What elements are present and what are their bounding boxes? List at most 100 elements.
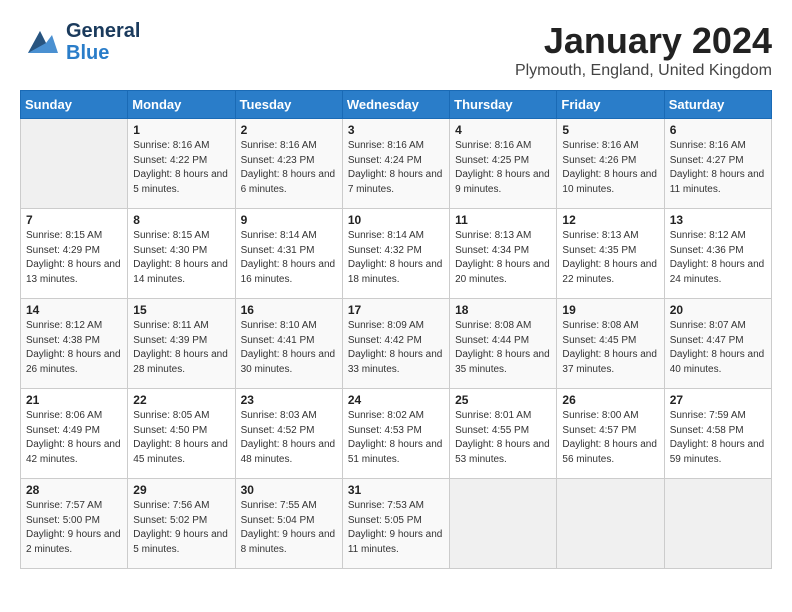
calendar-cell: 28 Sunrise: 7:57 AM Sunset: 5:00 PM Dayl…	[21, 479, 128, 569]
sunset: Sunset: 4:22 PM	[133, 154, 229, 169]
day-number: 28	[26, 483, 122, 497]
calendar-cell: 24 Sunrise: 8:02 AM Sunset: 4:53 PM Dayl…	[342, 389, 449, 479]
calendar-cell	[557, 479, 664, 569]
calendar-week-row: 21 Sunrise: 8:06 AM Sunset: 4:49 PM Dayl…	[21, 389, 772, 479]
sunrise: Sunrise: 8:14 AM	[348, 229, 444, 244]
day-number: 1	[133, 123, 229, 137]
cell-info: Sunrise: 8:13 AM Sunset: 4:34 PM Dayligh…	[455, 229, 551, 287]
cell-info: Sunrise: 8:05 AM Sunset: 4:50 PM Dayligh…	[133, 409, 229, 467]
daylight: Daylight: 8 hours and 33 minutes.	[348, 348, 444, 377]
calendar-cell: 14 Sunrise: 8:12 AM Sunset: 4:38 PM Dayl…	[21, 299, 128, 389]
cell-info: Sunrise: 8:16 AM Sunset: 4:23 PM Dayligh…	[241, 139, 337, 197]
sunset: Sunset: 4:27 PM	[670, 154, 766, 169]
day-number: 15	[133, 303, 229, 317]
cell-info: Sunrise: 8:16 AM Sunset: 4:22 PM Dayligh…	[133, 139, 229, 197]
sunrise: Sunrise: 8:03 AM	[241, 409, 337, 424]
day-number: 20	[670, 303, 766, 317]
title-block: January 2024 Plymouth, England, United K…	[515, 20, 772, 80]
sunrise: Sunrise: 8:16 AM	[455, 139, 551, 154]
calendar-cell: 17 Sunrise: 8:09 AM Sunset: 4:42 PM Dayl…	[342, 299, 449, 389]
cell-info: Sunrise: 8:16 AM Sunset: 4:24 PM Dayligh…	[348, 139, 444, 197]
sunset: Sunset: 4:26 PM	[562, 154, 658, 169]
day-number: 11	[455, 213, 551, 227]
daylight: Daylight: 8 hours and 40 minutes.	[670, 348, 766, 377]
day-number: 10	[348, 213, 444, 227]
calendar-cell: 4 Sunrise: 8:16 AM Sunset: 4:25 PM Dayli…	[450, 119, 557, 209]
cell-info: Sunrise: 8:02 AM Sunset: 4:53 PM Dayligh…	[348, 409, 444, 467]
day-number: 14	[26, 303, 122, 317]
sunrise: Sunrise: 8:00 AM	[562, 409, 658, 424]
sunset: Sunset: 5:00 PM	[26, 514, 122, 529]
cell-info: Sunrise: 8:03 AM Sunset: 4:52 PM Dayligh…	[241, 409, 337, 467]
sunrise: Sunrise: 8:16 AM	[241, 139, 337, 154]
location: Plymouth, England, United Kingdom	[515, 62, 772, 80]
calendar-cell: 12 Sunrise: 8:13 AM Sunset: 4:35 PM Dayl…	[557, 209, 664, 299]
day-number: 16	[241, 303, 337, 317]
day-number: 27	[670, 393, 766, 407]
calendar-cell: 19 Sunrise: 8:08 AM Sunset: 4:45 PM Dayl…	[557, 299, 664, 389]
logo-general: General	[66, 20, 140, 42]
cell-info: Sunrise: 7:53 AM Sunset: 5:05 PM Dayligh…	[348, 499, 444, 557]
sunset: Sunset: 4:39 PM	[133, 334, 229, 349]
sunrise: Sunrise: 8:02 AM	[348, 409, 444, 424]
sunset: Sunset: 4:44 PM	[455, 334, 551, 349]
daylight: Daylight: 8 hours and 18 minutes.	[348, 258, 444, 287]
calendar-cell: 8 Sunrise: 8:15 AM Sunset: 4:30 PM Dayli…	[128, 209, 235, 299]
sunrise: Sunrise: 7:59 AM	[670, 409, 766, 424]
calendar-cell: 15 Sunrise: 8:11 AM Sunset: 4:39 PM Dayl…	[128, 299, 235, 389]
sunset: Sunset: 4:52 PM	[241, 424, 337, 439]
sunrise: Sunrise: 8:13 AM	[455, 229, 551, 244]
day-number: 24	[348, 393, 444, 407]
cell-info: Sunrise: 8:09 AM Sunset: 4:42 PM Dayligh…	[348, 319, 444, 377]
col-header-sunday: Sunday	[21, 91, 128, 119]
day-number: 4	[455, 123, 551, 137]
day-number: 2	[241, 123, 337, 137]
calendar-week-row: 1 Sunrise: 8:16 AM Sunset: 4:22 PM Dayli…	[21, 119, 772, 209]
daylight: Daylight: 8 hours and 59 minutes.	[670, 438, 766, 467]
logo-blue: Blue	[66, 42, 140, 64]
day-number: 7	[26, 213, 122, 227]
logo-icon	[20, 23, 62, 61]
day-number: 13	[670, 213, 766, 227]
sunset: Sunset: 4:25 PM	[455, 154, 551, 169]
daylight: Daylight: 9 hours and 5 minutes.	[133, 528, 229, 557]
calendar-week-row: 7 Sunrise: 8:15 AM Sunset: 4:29 PM Dayli…	[21, 209, 772, 299]
sunrise: Sunrise: 8:15 AM	[133, 229, 229, 244]
daylight: Daylight: 8 hours and 5 minutes.	[133, 168, 229, 197]
day-number: 25	[455, 393, 551, 407]
daylight: Daylight: 8 hours and 45 minutes.	[133, 438, 229, 467]
calendar-cell: 25 Sunrise: 8:01 AM Sunset: 4:55 PM Dayl…	[450, 389, 557, 479]
sunset: Sunset: 4:35 PM	[562, 244, 658, 259]
calendar-cell: 6 Sunrise: 8:16 AM Sunset: 4:27 PM Dayli…	[664, 119, 771, 209]
daylight: Daylight: 8 hours and 56 minutes.	[562, 438, 658, 467]
calendar-cell: 22 Sunrise: 8:05 AM Sunset: 4:50 PM Dayl…	[128, 389, 235, 479]
cell-info: Sunrise: 8:08 AM Sunset: 4:45 PM Dayligh…	[562, 319, 658, 377]
daylight: Daylight: 8 hours and 20 minutes.	[455, 258, 551, 287]
cell-info: Sunrise: 8:14 AM Sunset: 4:32 PM Dayligh…	[348, 229, 444, 287]
cell-info: Sunrise: 8:16 AM Sunset: 4:25 PM Dayligh…	[455, 139, 551, 197]
sunrise: Sunrise: 8:09 AM	[348, 319, 444, 334]
daylight: Daylight: 9 hours and 11 minutes.	[348, 528, 444, 557]
calendar-cell: 13 Sunrise: 8:12 AM Sunset: 4:36 PM Dayl…	[664, 209, 771, 299]
cell-info: Sunrise: 8:12 AM Sunset: 4:38 PM Dayligh…	[26, 319, 122, 377]
cell-info: Sunrise: 8:08 AM Sunset: 4:44 PM Dayligh…	[455, 319, 551, 377]
daylight: Daylight: 9 hours and 8 minutes.	[241, 528, 337, 557]
calendar-cell: 30 Sunrise: 7:55 AM Sunset: 5:04 PM Dayl…	[235, 479, 342, 569]
day-number: 21	[26, 393, 122, 407]
cell-info: Sunrise: 7:59 AM Sunset: 4:58 PM Dayligh…	[670, 409, 766, 467]
day-number: 29	[133, 483, 229, 497]
sunset: Sunset: 5:02 PM	[133, 514, 229, 529]
sunset: Sunset: 4:50 PM	[133, 424, 229, 439]
sunrise: Sunrise: 8:16 AM	[670, 139, 766, 154]
col-header-tuesday: Tuesday	[235, 91, 342, 119]
sunrise: Sunrise: 8:12 AM	[670, 229, 766, 244]
sunrise: Sunrise: 8:14 AM	[241, 229, 337, 244]
cell-info: Sunrise: 8:12 AM Sunset: 4:36 PM Dayligh…	[670, 229, 766, 287]
col-header-monday: Monday	[128, 91, 235, 119]
day-number: 3	[348, 123, 444, 137]
daylight: Daylight: 8 hours and 6 minutes.	[241, 168, 337, 197]
calendar-cell: 18 Sunrise: 8:08 AM Sunset: 4:44 PM Dayl…	[450, 299, 557, 389]
sunset: Sunset: 4:57 PM	[562, 424, 658, 439]
calendar-cell: 2 Sunrise: 8:16 AM Sunset: 4:23 PM Dayli…	[235, 119, 342, 209]
day-number: 23	[241, 393, 337, 407]
